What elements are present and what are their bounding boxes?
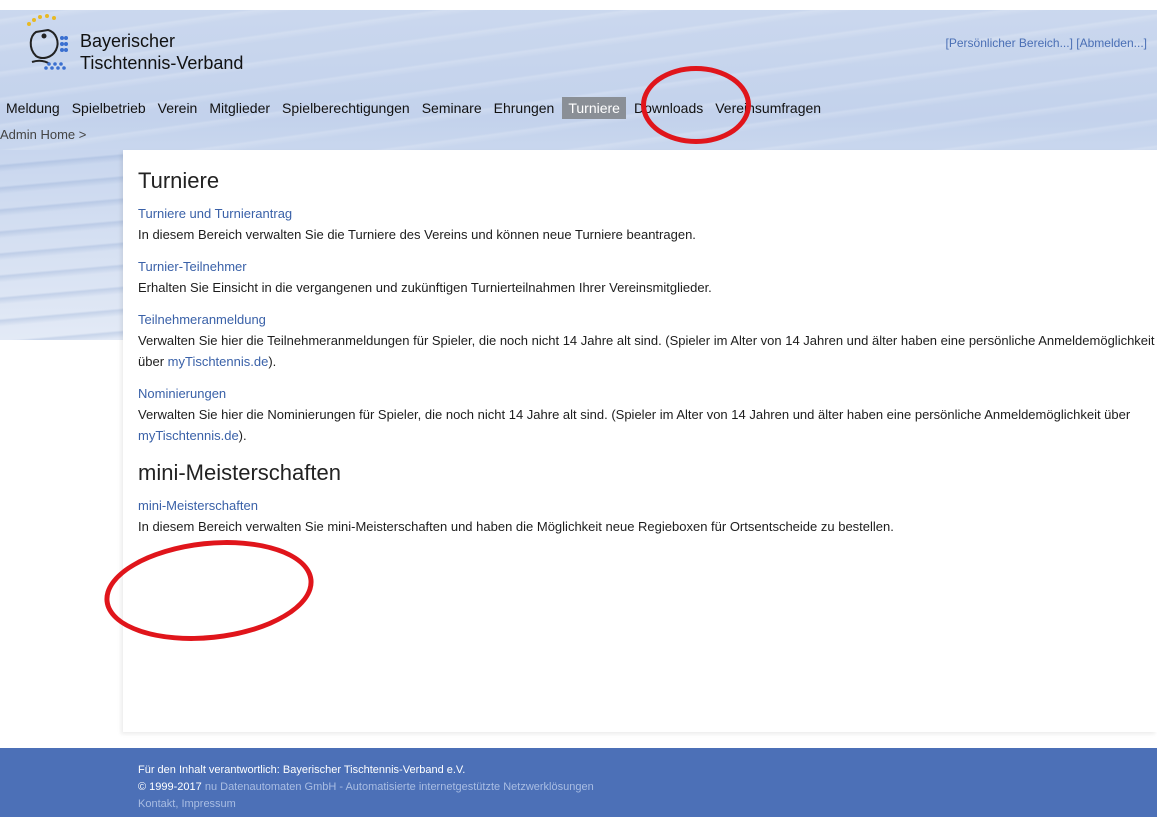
personal-area-link[interactable]: [Persönlicher Bereich...] (946, 36, 1073, 50)
logo-icon[interactable] (22, 14, 72, 74)
link-mini-meisterschaften[interactable]: mini-Meisterschaften (138, 498, 1157, 513)
link-mytischtennis[interactable]: myTischtennis.de (168, 354, 269, 369)
link-teilnehmeranmeldung[interactable]: Teilnehmeranmeldung (138, 312, 1157, 327)
breadcrumb[interactable]: Admin Home > (0, 127, 86, 142)
annotation-circle-nav (641, 66, 751, 144)
footer-copyright-line: © 1999-2017 nu Datenautomaten GmbH - Aut… (138, 779, 594, 796)
item-description-text: Verwalten Sie hier die Teilnehmeranmeldu… (138, 333, 1155, 369)
brand-name[interactable]: Bayerischer Tischtennis-Verband (80, 30, 243, 74)
logout-link[interactable]: [Abmelden...] (1076, 36, 1147, 50)
main-content: Turniere Turniere und Turnierantrag In d… (138, 168, 1157, 551)
footer: Für den Inhalt verantwortlich: Bayerisch… (0, 748, 1157, 817)
item-description-tail: ). (238, 428, 247, 443)
nav-item-ehrungen[interactable]: Ehrungen (488, 97, 561, 119)
top-links: [Persönlicher Bereich...] [Abmelden...] (946, 36, 1147, 50)
section-title-mini-meisterschaften: mini-Meisterschaften (138, 460, 341, 485)
footer-copyright: © 1999-2017 (138, 781, 202, 793)
top-edge (0, 0, 1157, 10)
item-description: Verwalten Sie hier die Teilnehmeranmeldu… (138, 330, 1157, 372)
item-description: Erhalten Sie Einsicht in die vergangenen… (138, 280, 712, 295)
nav-item-turniere[interactable]: Turniere (562, 97, 626, 119)
content-panel: Turniere Turniere und Turnierantrag In d… (123, 150, 1157, 732)
brand-line2: Tischtennis-Verband (80, 53, 244, 73)
link-nominierungen[interactable]: Nominierungen (138, 386, 1157, 401)
footer-company-link[interactable]: nu Datenautomaten GmbH - Automatisierte … (205, 781, 594, 793)
link-turnier-teilnehmer[interactable]: Turnier-Teilnehmer (138, 259, 1157, 274)
item-description-tail: ). (268, 354, 277, 369)
nav-item-verein[interactable]: Verein (152, 97, 204, 119)
link-mytischtennis[interactable]: myTischtennis.de (138, 428, 239, 443)
nav-item-seminare[interactable]: Seminare (416, 97, 488, 119)
footer-imprint-link[interactable]: Impressum (181, 798, 235, 810)
item-description: In diesem Bereich verwalten Sie mini-Mei… (138, 519, 894, 534)
list-item: Turniere und Turnierantrag In diesem Ber… (138, 206, 1157, 245)
nav-item-spielberechtigungen[interactable]: Spielberechtigungen (276, 97, 416, 119)
section-title-turniere: Turniere (138, 168, 220, 193)
list-item: mini-Meisterschaften In diesem Bereich v… (138, 498, 1157, 537)
nav-item-meldung[interactable]: Meldung (0, 97, 66, 119)
footer-links: Kontakt, Impressum (138, 796, 594, 813)
footer-responsible: Für den Inhalt verantwortlich: Bayerisch… (138, 764, 466, 776)
list-item: Turnier-Teilnehmer Erhalten Sie Einsicht… (138, 259, 1157, 298)
list-item: Teilnehmeranmeldung Verwalten Sie hier d… (138, 312, 1157, 372)
brand-line1: Bayerischer (80, 31, 176, 51)
link-turniere-und-turnierantrag[interactable]: Turniere und Turnierantrag (138, 206, 1157, 221)
item-description: In diesem Bereich verwalten Sie die Turn… (138, 227, 696, 242)
item-description-text: Verwalten Sie hier die Nominierungen für… (138, 407, 1131, 422)
footer-contact-link[interactable]: Kontakt (138, 798, 175, 810)
item-description: Verwalten Sie hier die Nominierungen für… (138, 404, 1157, 446)
list-item: Nominierungen Verwalten Sie hier die Nom… (138, 386, 1157, 446)
nav-item-mitglieder[interactable]: Mitglieder (203, 97, 276, 119)
nav-item-spielbetrieb[interactable]: Spielbetrieb (66, 97, 152, 119)
left-decoration (0, 150, 123, 340)
